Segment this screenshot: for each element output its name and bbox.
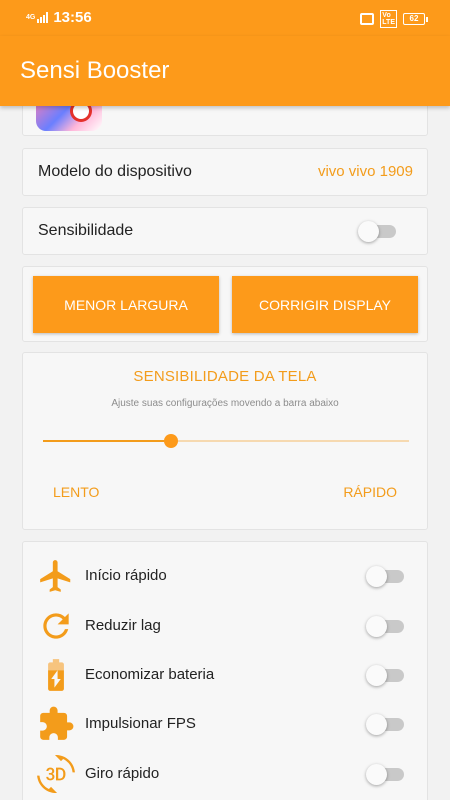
feature-switch[interactable]: [366, 616, 404, 637]
device-model-row: Modelo do dispositivo vivo vivo 1909: [22, 148, 428, 196]
slow-label: LENTO: [53, 484, 100, 500]
smaller-width-button[interactable]: MENOR LARGURA: [33, 276, 219, 333]
app-title: Sensi Booster: [20, 57, 170, 84]
sensitivity-row: Sensibilidade: [22, 207, 428, 255]
refresh-icon: [37, 607, 75, 645]
feature-label: Giro rápido: [85, 765, 160, 782]
feature-switch[interactable]: [366, 714, 404, 735]
feature-switch[interactable]: [366, 566, 404, 587]
feature-label: Impulsionar FPS: [85, 715, 196, 732]
screen-sensitivity-subtitle: Ajuste suas configurações movendo a barr…: [111, 398, 339, 409]
feature-label: Economizar bateria: [85, 666, 215, 683]
fast-label: RÁPIDO: [343, 484, 397, 500]
actions-card: MENOR LARGURA CORRIGIR DISPLAY: [22, 266, 428, 342]
feature-label: Início rápido: [85, 567, 167, 584]
sensitivity-slider[interactable]: [43, 433, 409, 449]
battery-charging-icon: [37, 656, 75, 694]
features-card: Início rápido Reduzir lag Economizar bat…: [22, 541, 428, 800]
feature-reduce-lag[interactable]: Reduzir lag: [23, 603, 427, 649]
feature-save-battery[interactable]: Economizar bateria: [23, 652, 427, 698]
device-model-value: vivo vivo 1909: [317, 163, 413, 180]
puzzle-icon: [37, 705, 75, 743]
slider-thumb[interactable]: [164, 434, 179, 448]
status-time: 13:56: [53, 9, 92, 26]
status-bar: 4G 13:56 Vo LTE 62: [0, 0, 450, 36]
vibrate-icon: [360, 13, 375, 25]
feature-boost-fps[interactable]: Impulsionar FPS: [23, 701, 427, 747]
sensitivity-switch[interactable]: [358, 221, 396, 242]
screen-sensitivity-title: SENSIBILIDADE DA TELA: [133, 368, 317, 385]
signal-icon: [37, 12, 49, 23]
feature-switch[interactable]: [366, 665, 404, 686]
airplane-icon: [37, 557, 75, 595]
slider-fill: [43, 440, 172, 442]
fix-display-button[interactable]: CORRIGIR DISPLAY: [232, 276, 418, 333]
screen-sensitivity-card: SENSIBILIDADE DA TELA Ajuste suas config…: [22, 352, 428, 530]
feature-label: Reduzir lag: [85, 617, 161, 634]
rotate-3d-icon: [37, 755, 75, 793]
app-bar: Sensi Booster: [0, 36, 450, 106]
sensitivity-label: Sensibilidade: [38, 222, 134, 239]
volte-icon: Vo LTE: [380, 10, 397, 28]
network-type: 4G: [26, 13, 36, 21]
battery-level: 62: [403, 13, 425, 25]
device-model-label: Modelo do dispositivo: [38, 163, 192, 180]
feature-fast-rotation[interactable]: Giro rápido: [23, 751, 427, 797]
battery-icon: 62: [403, 13, 428, 25]
feature-switch[interactable]: [366, 764, 404, 785]
feature-quick-start[interactable]: Início rápido: [23, 553, 427, 599]
